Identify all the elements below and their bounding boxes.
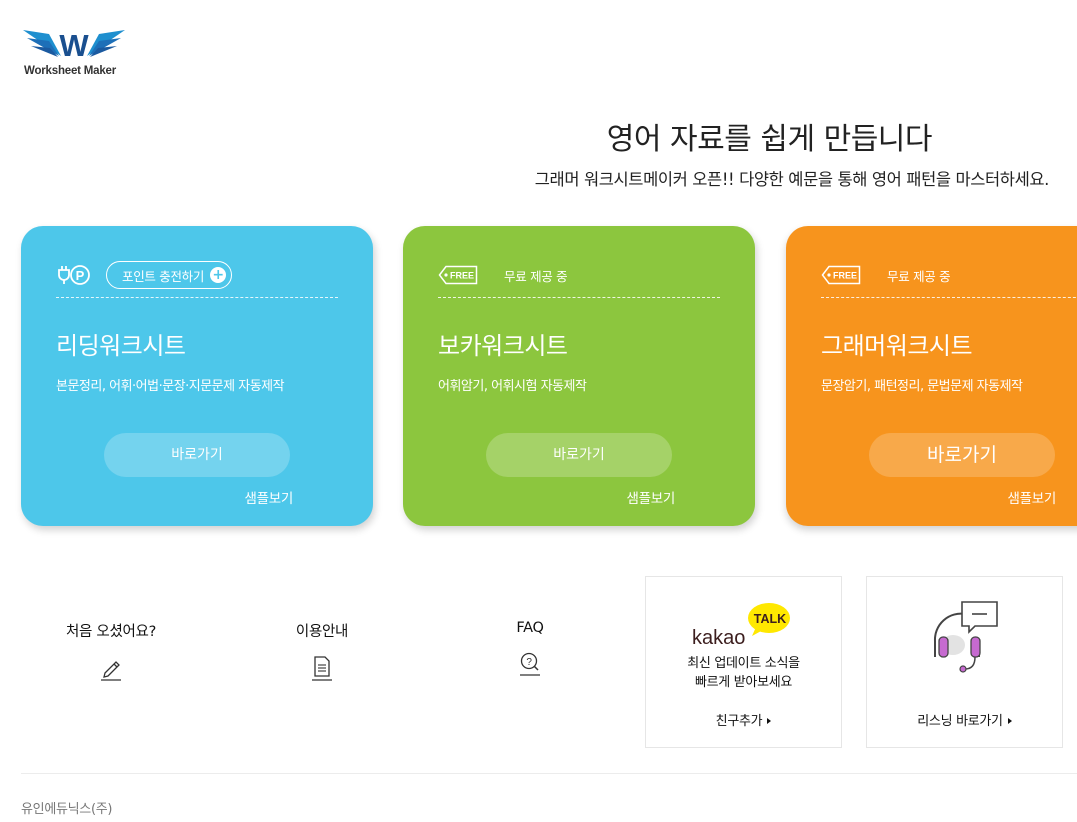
kakaotalk-logo-icon: kakao TALK [692,603,790,647]
guide-link[interactable]: 이용안내 [272,620,372,681]
charge-points-label: 포인트 충전하기 [122,268,205,284]
card-description: 어휘암기, 어휘시험 자동제작 [438,379,587,394]
faq-link[interactable]: FAQ ? [490,620,570,676]
svg-text:?: ? [526,657,532,668]
svg-text:FREE: FREE [450,271,474,281]
pencil-icon [101,661,121,681]
listening-link[interactable]: 리스닝 바로가기 [867,710,1062,729]
footer-company: 유인에듀닉스(주) [21,802,113,817]
go-button[interactable]: 바로가기 [104,433,290,477]
divider [821,297,1077,298]
voca-worksheet-card: FREE 무료 제공 중 보카워크시트 어휘암기, 어휘시험 자동제작 바로가기… [403,226,755,526]
svg-text:W: W [59,28,89,63]
go-button[interactable]: 바로가기 [486,433,672,477]
reading-worksheet-card: P 포인트 충전하기 + 리딩워크시트 본문정리, 어휘·어법·문장·지문문제 … [21,226,373,526]
sample-link[interactable]: 샘플보기 [245,487,294,507]
svg-text:kakao: kakao [692,627,745,647]
document-icon [312,656,332,681]
sample-link[interactable]: 샘플보기 [1008,487,1057,507]
plus-icon: + [210,267,227,283]
card-description: 문장암기, 패턴정리, 문법문제 자동제작 [821,379,1023,394]
card-description: 본문정리, 어휘·어법·문장·지문문제 자동제작 [56,379,285,394]
faq-label: FAQ [516,620,544,636]
svg-text:TALK: TALK [754,612,786,626]
free-tag-icon: FREE [821,265,861,285]
plug-point-icon: P [56,263,92,287]
first-visit-label: 처음 오셨어요? [66,624,156,640]
add-friend-link[interactable]: 친구추가 [646,710,841,729]
svg-text:FREE: FREE [833,271,857,281]
question-search-icon: ? [520,652,540,676]
card-title: 리딩워크시트 [56,332,186,360]
guide-label: 이용안내 [295,624,349,640]
free-tag-icon: FREE [438,265,478,285]
free-label: 무료 제공 중 [504,268,568,284]
hero-title: 영어 자료를 쉽게 만듭니다 [606,122,933,157]
divider [56,297,338,298]
listening-box: 리스닝 바로가기 [866,576,1063,748]
arrow-right-icon [767,718,772,724]
arrow-right-icon [1007,718,1012,724]
logo[interactable]: W Worksheet Maker [21,24,131,80]
go-button[interactable]: 바로가기 [869,433,1055,477]
logo-text: Worksheet Maker [24,65,117,77]
grammar-worksheet-card: FREE 무료 제공 중 그래머워크시트 문장암기, 패턴정리, 문법문제 자동… [786,226,1077,526]
headset-chat-icon [933,601,998,673]
free-label: 무료 제공 중 [887,268,951,284]
hero-subtitle: 그래머 워크시트메이커 오픈!! 다양한 예문을 통해 영어 패턴을 마스터하세… [534,170,1050,189]
winged-w-logo-icon: W [23,28,125,63]
sample-link[interactable]: 샘플보기 [627,487,676,507]
svg-text:P: P [76,268,85,283]
card-title: 보카워크시트 [438,332,568,360]
footer-divider [21,773,1077,774]
first-visit-link[interactable]: 처음 오셨어요? [51,620,171,681]
divider [438,297,720,298]
charge-points-button[interactable]: 포인트 충전하기 + [106,261,233,289]
kakao-description: 최신 업데이트 소식을 빠르게 받아보세요 [687,656,800,690]
kakao-box: kakao TALK 최신 업데이트 소식을 빠르게 받아보세요 친구추가 [645,576,842,748]
card-title: 그래머워크시트 [821,332,973,360]
